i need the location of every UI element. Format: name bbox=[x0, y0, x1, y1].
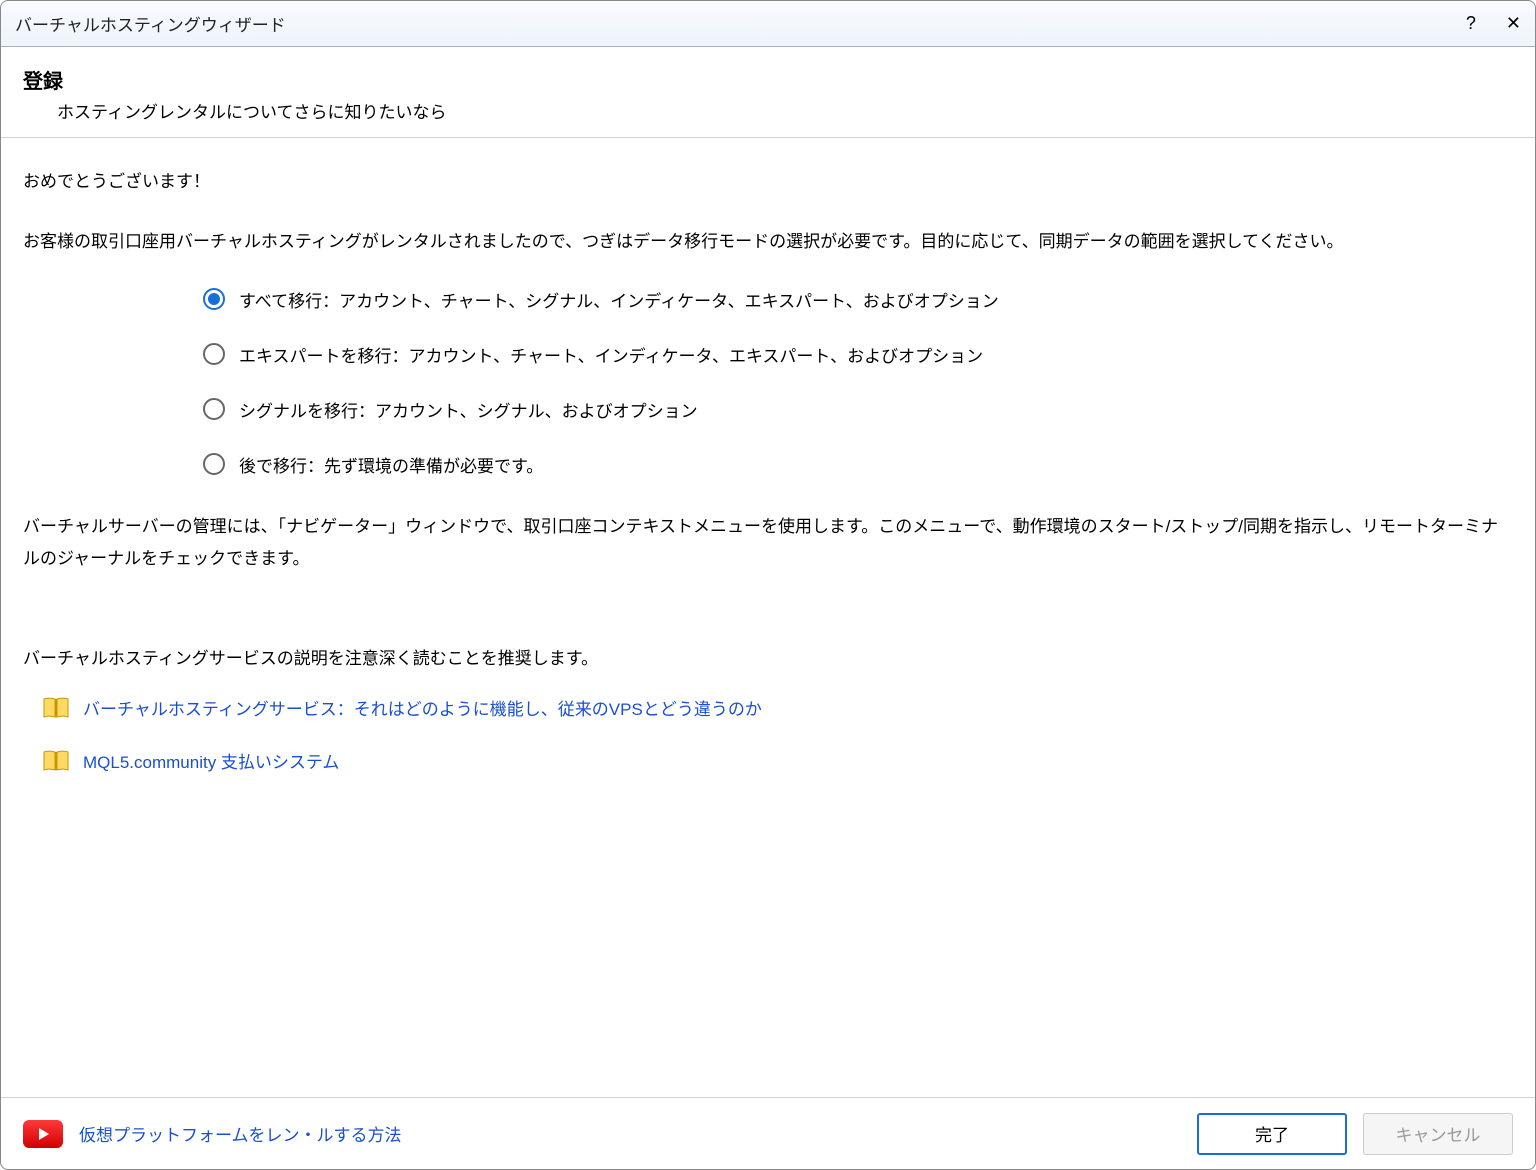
radio-label: シグナルを移行：アカウント、シグナル、およびオプション bbox=[239, 397, 698, 422]
book-icon bbox=[43, 750, 69, 772]
radio-label: すべて移行：アカウント、チャート、シグナル、インディケータ、エキスパート、および… bbox=[239, 287, 999, 312]
radio-migrate-signals[interactable]: シグナルを移行：アカウント、シグナル、およびオプション bbox=[203, 397, 1513, 422]
header: 登録 ホスティングレンタルについてさらに知りたいなら bbox=[1, 47, 1535, 138]
help-icon[interactable]: ? bbox=[1466, 13, 1476, 34]
footer: 仮想プラットフォームをレン・ルする方法 完了 キャンセル bbox=[1, 1097, 1535, 1169]
youtube-icon[interactable] bbox=[23, 1120, 63, 1148]
link-hosting-service[interactable]: バーチャルホスティングサービス：それはどのように機能し、従来のVPSとどう違うの… bbox=[43, 695, 1513, 720]
content-area: おめでとうございます！ お客様の取引口座用バーチャルホスティングがレンタルされま… bbox=[1, 138, 1535, 1097]
migration-mode-group: すべて移行：アカウント、チャート、シグナル、インディケータ、エキスパート、および… bbox=[203, 287, 1513, 477]
titlebar: バーチャルホスティングウィザード ? ✕ bbox=[1, 1, 1535, 47]
congrats-text: おめでとうございます！ bbox=[23, 166, 1513, 198]
footer-video-link[interactable]: 仮想プラットフォームをレン・ルする方法 bbox=[79, 1121, 402, 1146]
close-icon[interactable]: ✕ bbox=[1506, 13, 1521, 34]
header-title: 登録 bbox=[23, 65, 1513, 94]
header-subtitle: ホスティングレンタルについてさらに知りたいなら bbox=[57, 98, 1513, 123]
wizard-window: バーチャルホスティングウィザード ? ✕ 登録 ホスティングレンタルについてさら… bbox=[0, 0, 1536, 1170]
manage-note: バーチャルサーバーの管理には、「ナビゲーター」ウィンドウで、取引口座コンテキスト… bbox=[23, 511, 1513, 576]
radio-label: 後で移行：先ず環境の準備が必要です。 bbox=[239, 452, 543, 477]
link-text: バーチャルホスティングサービス：それはどのように機能し、従来のVPSとどう違うの… bbox=[83, 695, 762, 720]
radio-icon bbox=[203, 453, 225, 475]
intro-text: お客様の取引口座用バーチャルホスティングがレンタルされましたので、つぎはデータ移… bbox=[23, 226, 1513, 258]
window-title: バーチャルホスティングウィザード bbox=[15, 11, 286, 36]
link-text: MQL5.community 支払いシステム bbox=[83, 748, 339, 773]
radio-migrate-all[interactable]: すべて移行：アカウント、チャート、シグナル、インディケータ、エキスパート、および… bbox=[203, 287, 1513, 312]
radio-migrate-later[interactable]: 後で移行：先ず環境の準備が必要です。 bbox=[203, 452, 1513, 477]
link-payment-system[interactable]: MQL5.community 支払いシステム bbox=[43, 748, 1513, 773]
finish-button[interactable]: 完了 bbox=[1197, 1113, 1347, 1155]
radio-icon bbox=[203, 343, 225, 365]
radio-icon bbox=[203, 288, 225, 310]
book-icon bbox=[43, 697, 69, 719]
cancel-button: キャンセル bbox=[1363, 1113, 1513, 1155]
recommend-text: バーチャルホスティングサービスの説明を注意深く読むことを推奨します。 bbox=[23, 643, 1513, 675]
radio-migrate-experts[interactable]: エキスパートを移行：アカウント、チャート、インディケータ、エキスパート、およびオ… bbox=[203, 342, 1513, 367]
radio-icon bbox=[203, 398, 225, 420]
radio-label: エキスパートを移行：アカウント、チャート、インディケータ、エキスパート、およびオ… bbox=[239, 342, 983, 367]
